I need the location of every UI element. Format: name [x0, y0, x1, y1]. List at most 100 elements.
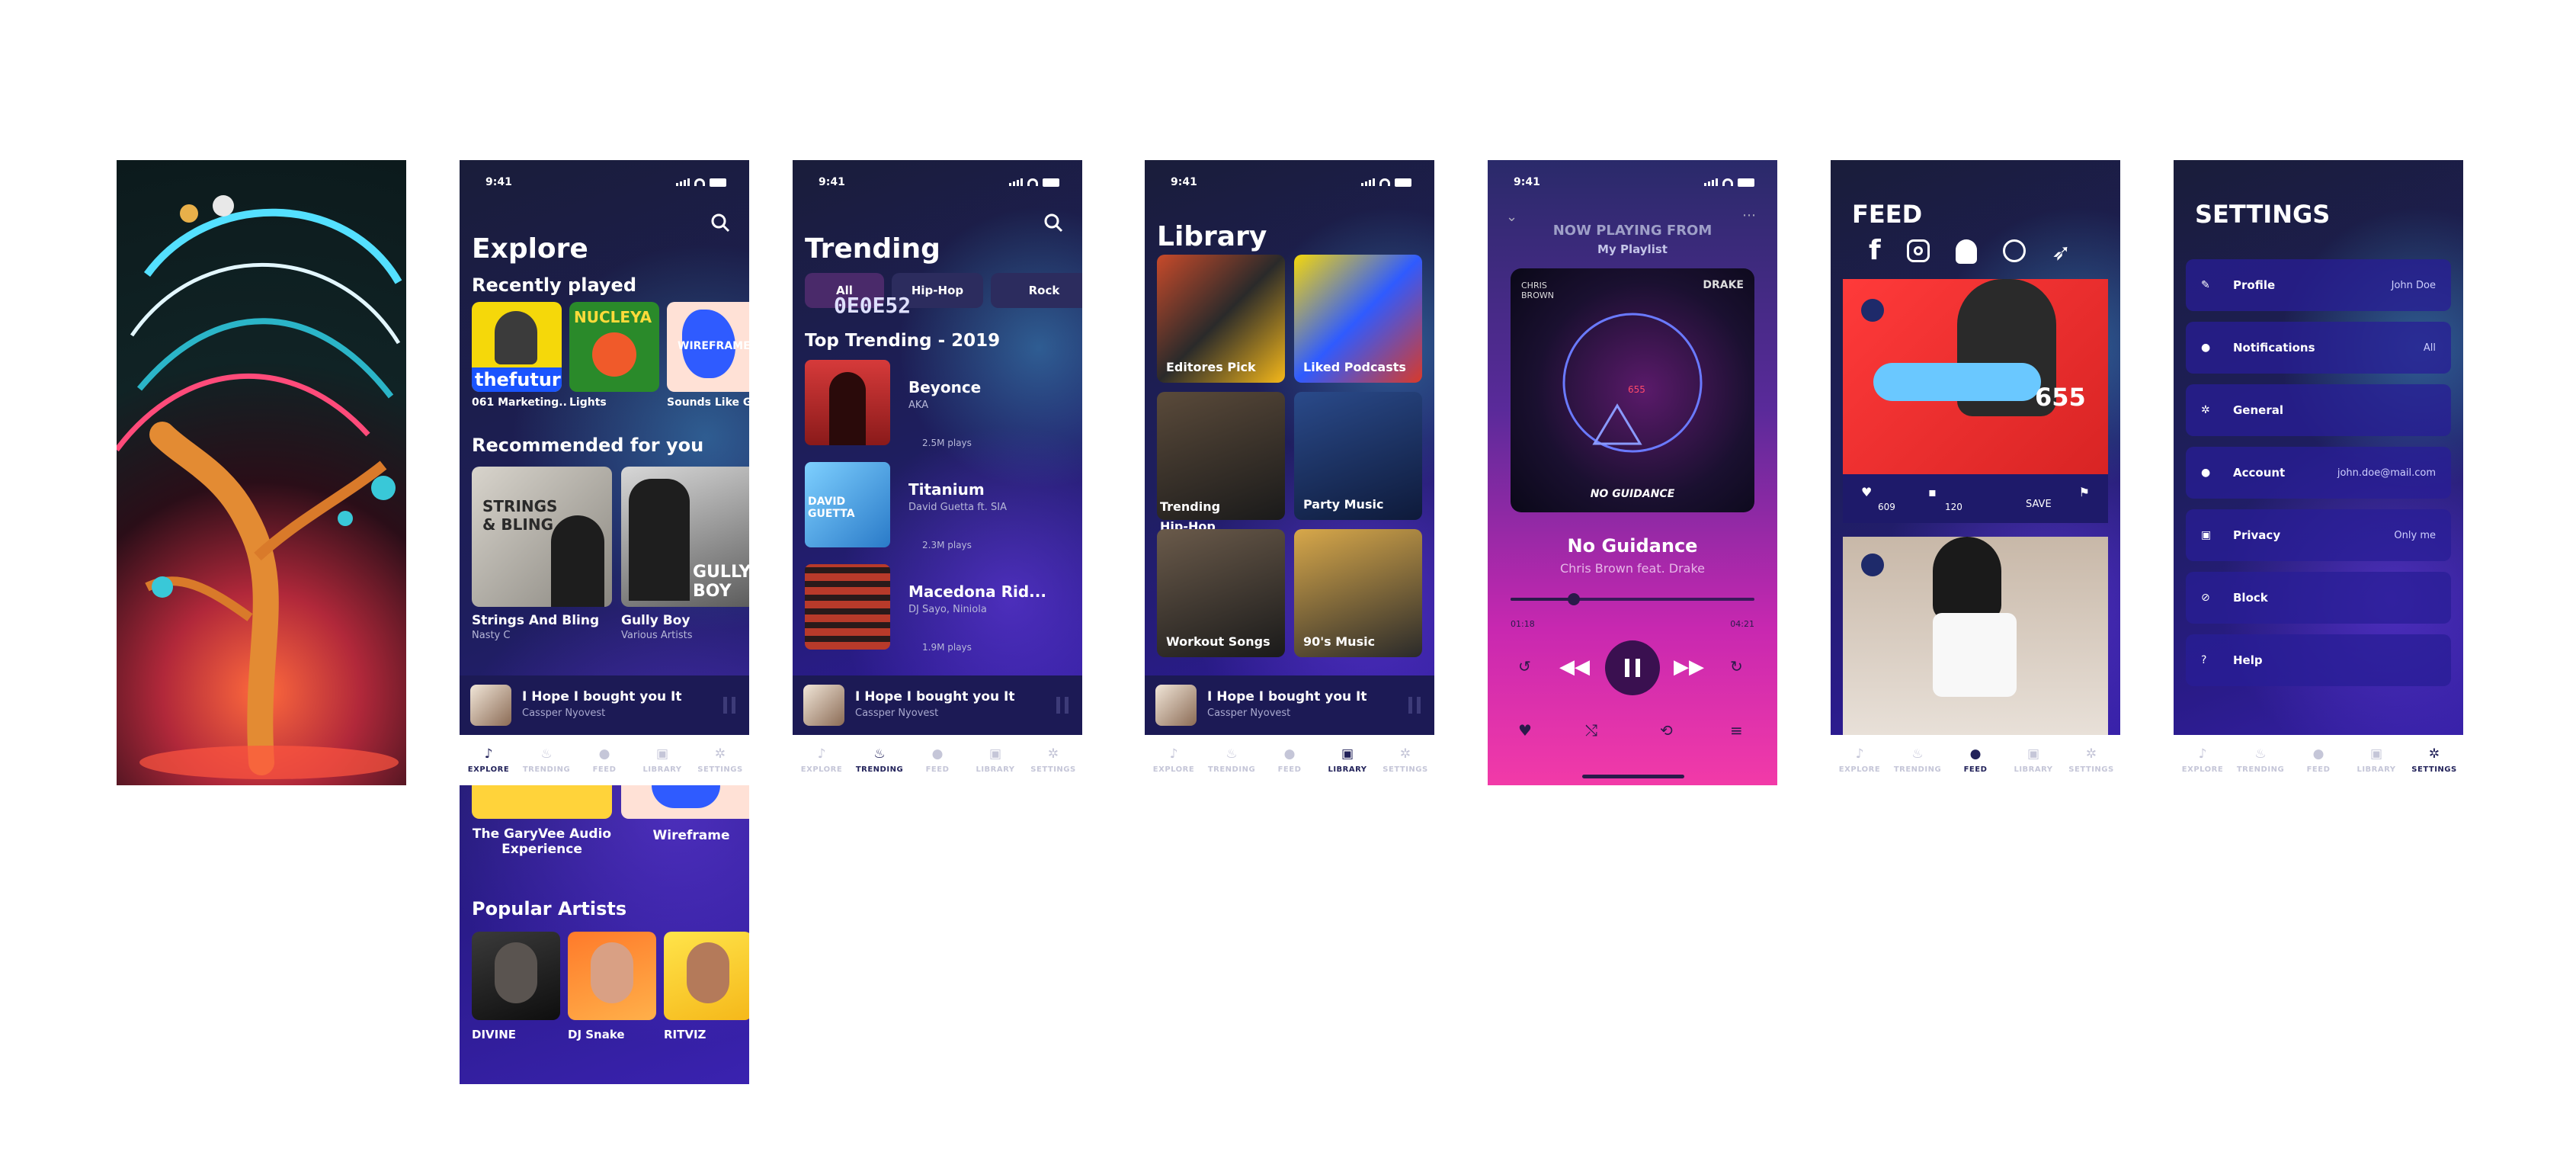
progress-bar[interactable]	[1511, 593, 1754, 605]
artist-card[interactable]	[568, 932, 656, 1020]
feed-post-image[interactable]	[1843, 537, 2108, 735]
tab-explore[interactable]: ♪ EXPLORE	[1147, 746, 1200, 774]
save-label[interactable]: SAVE	[2026, 499, 2052, 510]
playlist-name: My Playlist	[1597, 242, 1668, 256]
recommended-item[interactable]: GULLY BOY	[621, 467, 749, 607]
podcast-item[interactable]	[472, 785, 612, 819]
library-tile-label: Liked Podcasts	[1303, 360, 1406, 374]
page-title: SETTINGS	[2195, 200, 2331, 229]
tab-library[interactable]: ▣ LIBRARY	[2007, 746, 2060, 774]
album-art-text: STRINGS & BLING	[482, 497, 558, 534]
tab-explore[interactable]: ♪ EXPLORE	[2176, 746, 2229, 774]
pause-icon[interactable]	[723, 697, 735, 714]
tab-settings[interactable]: ✲ SETTINGS	[1027, 746, 1080, 774]
track-artwork[interactable]: DAVID GUETTA	[805, 462, 890, 547]
settings-row-help[interactable]: ? Help	[2186, 634, 2451, 686]
tree-artwork-panel	[117, 160, 406, 785]
wifi-icon	[694, 178, 705, 186]
tab-explore[interactable]: ♪ EXPLORE	[1833, 746, 1886, 774]
settings-row-general[interactable]: ✲ General	[2186, 384, 2451, 436]
track-artwork[interactable]	[805, 564, 890, 650]
album-art-text: 655	[1628, 384, 1645, 395]
tab-feed[interactable]: ● FEED	[1949, 746, 2002, 774]
tab-feed[interactable]: ● FEED	[578, 746, 631, 774]
podcast-item[interactable]	[621, 785, 749, 819]
pause-button[interactable]	[1605, 640, 1660, 695]
feed-post-image[interactable]: 655	[1843, 279, 2108, 474]
more-options-icon[interactable]: ⋯	[1742, 207, 1756, 223]
music-note-icon: ♪	[1169, 746, 1178, 762]
tab-settings[interactable]: ✲ SETTINGS	[2408, 746, 2461, 774]
pause-icon[interactable]	[1056, 697, 1069, 714]
facebook-icon[interactable]: f	[1869, 235, 1881, 266]
fast-forward-icon[interactable]: ▶▶	[1674, 656, 1704, 679]
track-artist: DJ Sayo, Niniola	[908, 604, 987, 615]
post-avatar[interactable]	[1861, 554, 1884, 576]
tab-settings[interactable]: ✲ SETTINGS	[1379, 746, 1432, 774]
tab-library[interactable]: ▣ LIBRARY	[636, 746, 689, 774]
pause-icon[interactable]	[1408, 697, 1421, 714]
track-artist: AKA	[908, 399, 929, 411]
search-icon[interactable]	[1043, 212, 1064, 233]
recent-item[interactable]: NUCLEYA	[569, 302, 659, 392]
tab-settings[interactable]: ✲ SETTINGS	[2065, 746, 2118, 774]
tab-settings[interactable]: ✲ SETTINGS	[694, 746, 747, 774]
search-icon[interactable]	[710, 212, 731, 233]
signal-icon	[1009, 178, 1023, 186]
mini-player[interactable]: I Hope I bought you It Cassper Nyovest	[460, 675, 749, 735]
settings-row-profile[interactable]: ✎ Profile John Doe	[2186, 259, 2451, 311]
tab-feed[interactable]: ● FEED	[2292, 746, 2345, 774]
album-art-text: NO GUIDANCE	[1590, 488, 1675, 500]
tab-trending[interactable]: ♨ TRENDING	[2234, 746, 2287, 774]
rewind-icon[interactable]: ◀◀	[1559, 656, 1590, 679]
tab-library[interactable]: ▣ LIBRARY	[2350, 746, 2403, 774]
repeat-icon[interactable]: ↻	[1730, 657, 1743, 675]
tab-feed[interactable]: ● FEED	[911, 746, 964, 774]
loop-icon[interactable]: ⟲	[1660, 721, 1673, 740]
settings-row-block[interactable]: ⊘ Block	[2186, 572, 2451, 624]
status-bar: 9:41	[819, 172, 1059, 192]
tab-trending[interactable]: ♨ TRENDING	[853, 746, 906, 774]
tab-feed[interactable]: ● FEED	[1263, 746, 1316, 774]
settings-row-notifications[interactable]: ● Notifications All	[2186, 322, 2451, 374]
settings-row-account[interactable]: ● Account john.doe@mail.com	[2186, 447, 2451, 499]
instagram-icon[interactable]	[1907, 239, 1930, 262]
tab-trending[interactable]: ♨ TRENDING	[1205, 746, 1258, 774]
tab-trending[interactable]: ♨ TRENDING	[520, 746, 573, 774]
bell-icon: ●	[2312, 746, 2324, 762]
tab-library[interactable]: ▣ LIBRARY	[969, 746, 1022, 774]
heart-icon[interactable]: ♥	[1518, 721, 1532, 740]
recommended-heading: Recommended for you	[472, 435, 704, 456]
bookmark-icon[interactable]: ⚑	[2079, 485, 2090, 499]
queue-icon[interactable]: ≡	[1730, 721, 1743, 740]
gear-icon: ✲	[1399, 746, 1411, 762]
tab-explore[interactable]: ♪ EXPLORE	[795, 746, 848, 774]
album-art-text: DAVID GUETTA	[808, 496, 855, 520]
post-avatar[interactable]	[1861, 299, 1884, 322]
gear-icon: ✲	[2085, 746, 2097, 762]
whatsapp-icon[interactable]	[2003, 239, 2026, 262]
track-artwork[interactable]	[805, 360, 890, 445]
twitter-icon[interactable]: ➶	[2052, 239, 2071, 266]
comment-icon[interactable]: ▪	[1928, 485, 1937, 499]
recommended-item[interactable]: STRINGS & BLING	[472, 467, 612, 607]
settings-row-privacy[interactable]: ▣ Privacy Only me	[2186, 509, 2451, 561]
shuffle-icon[interactable]: ⤭	[1585, 721, 1597, 740]
artist-card[interactable]	[472, 932, 560, 1020]
recent-item[interactable]: thefutur	[472, 302, 562, 392]
mini-player[interactable]: I Hope I bought you It Cassper Nyovest	[793, 675, 1082, 735]
recent-item[interactable]: WIREFRAME	[667, 302, 749, 392]
overlay-code: 0E0E52	[834, 293, 912, 318]
replay-icon[interactable]: ↺	[1518, 657, 1531, 675]
album-art-text: CHRIS BROWN	[1521, 281, 1554, 300]
signal-icon	[1704, 178, 1718, 186]
tab-library[interactable]: ▣ LIBRARY	[1321, 746, 1374, 774]
tab-trending[interactable]: ♨ TRENDING	[1891, 746, 1944, 774]
mini-player[interactable]: I Hope I bought you It Cassper Nyovest	[1145, 675, 1434, 735]
snapchat-icon[interactable]	[1956, 239, 1977, 264]
tab-explore[interactable]: ♪ EXPLORE	[462, 746, 515, 774]
filter-pill-rock[interactable]: Rock	[991, 273, 1082, 308]
artist-card[interactable]	[664, 932, 749, 1020]
progress-knob[interactable]	[1568, 593, 1581, 605]
heart-icon[interactable]: ♥	[1861, 485, 1872, 499]
